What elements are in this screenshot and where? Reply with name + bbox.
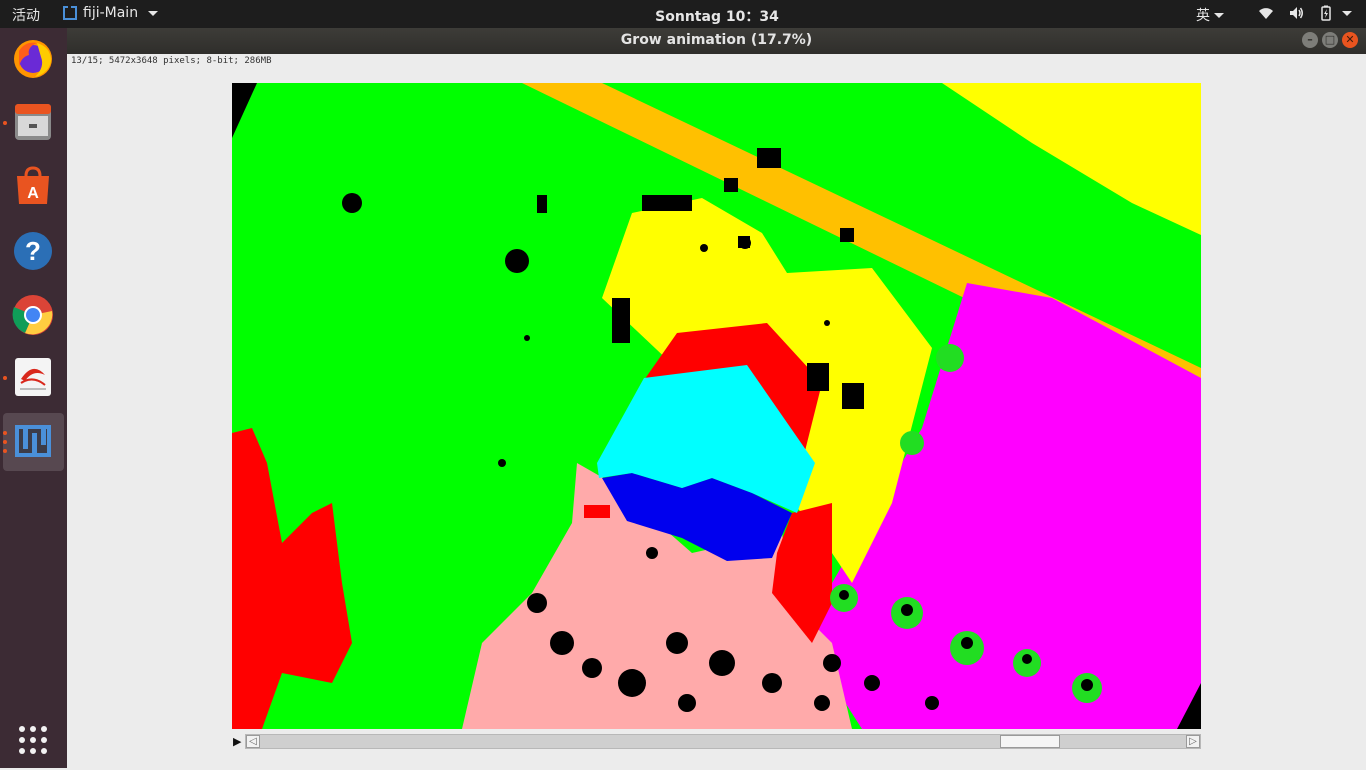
image-info: 13/15; 5472x3648 pixels; 8-bit; 286MB [71, 56, 272, 66]
chevron-down-icon [1342, 10, 1352, 16]
minimize-button[interactable]: – [1302, 32, 1318, 48]
dock-item-help[interactable]: ? [0, 223, 67, 281]
running-indicator [3, 440, 7, 444]
show-applications-button[interactable] [0, 712, 67, 770]
svg-text:A: A [27, 185, 39, 202]
firefox-icon [14, 40, 52, 78]
maximize-button[interactable]: □ [1322, 32, 1338, 48]
fiji-icon [15, 425, 51, 457]
wifi-icon [1259, 8, 1273, 19]
dock-item-chrome[interactable] [0, 287, 67, 345]
scroll-right-button[interactable]: ▷ [1186, 735, 1200, 748]
scrollbar-thumb[interactable] [1000, 735, 1060, 748]
chevron-down-icon [1214, 12, 1224, 18]
apps-grid-icon [19, 726, 47, 754]
top-bar: 活动 fiji-Main Sonntag 10：34 英 [0, 0, 1366, 28]
dock-item-fiji[interactable] [3, 413, 64, 471]
chrome-icon [12, 295, 53, 335]
close-button[interactable]: ✕ [1342, 32, 1358, 48]
image-canvas[interactable] [232, 83, 1201, 729]
running-indicator [3, 431, 7, 435]
software-center-icon: A [17, 166, 49, 204]
running-indicator [3, 376, 7, 380]
input-method-menu[interactable]: 英 [1196, 5, 1224, 25]
running-indicator [3, 449, 7, 453]
volume-icon [1290, 7, 1303, 19]
scrollbar-track[interactable]: ◁ ▷ [245, 734, 1201, 749]
slice-scrollbar[interactable]: ▶ ◁ ▷ [231, 733, 1201, 750]
dock-item-document-viewer[interactable] [0, 349, 67, 407]
dock-item-firefox[interactable] [0, 31, 67, 89]
play-icon[interactable]: ▶ [233, 735, 241, 748]
running-indicator [3, 121, 7, 125]
input-method-label: 英 [1196, 8, 1210, 24]
region-red-small [584, 505, 610, 518]
segmentation-image [232, 83, 1201, 729]
document-viewer-icon [15, 358, 51, 396]
dock-item-files[interactable] [0, 94, 67, 152]
dock: A ? [0, 28, 67, 768]
window-title: Grow animation (17.7%) [620, 32, 813, 48]
files-icon [15, 104, 51, 140]
svg-text:?: ? [25, 236, 41, 266]
clock[interactable]: Sonntag 10：34 [0, 6, 1366, 26]
battery-icon [1321, 5, 1331, 21]
dock-item-software[interactable]: A [0, 158, 67, 216]
system-tray[interactable] [1258, 5, 1352, 21]
help-icon: ? [14, 232, 52, 270]
scroll-left-button[interactable]: ◁ [246, 735, 260, 748]
window-titlebar[interactable]: Grow animation (17.7%) – □ ✕ [67, 28, 1366, 54]
